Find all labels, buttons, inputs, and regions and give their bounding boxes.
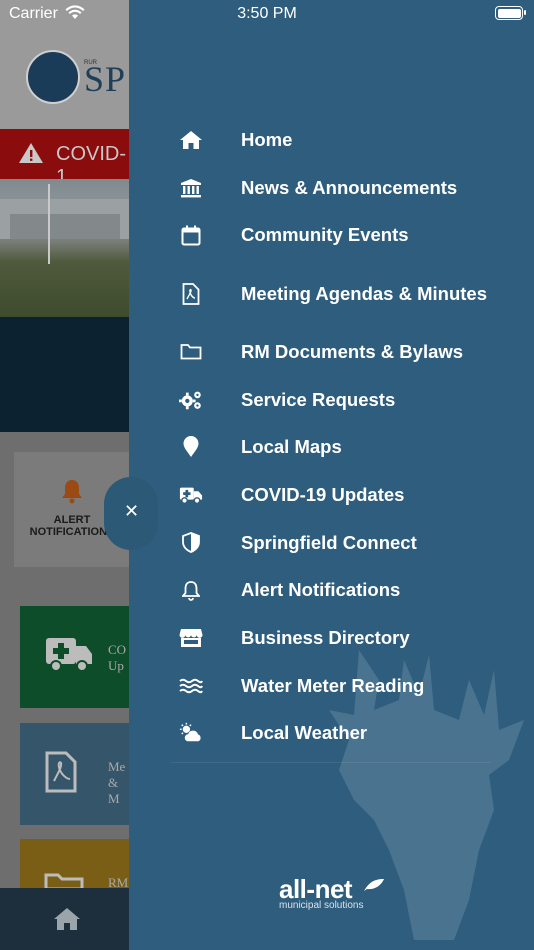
menu-item-label: Service Requests <box>241 388 396 410</box>
menu-item-covid-updates[interactable]: COVID-19 Updates <box>129 471 534 519</box>
menu-item-label: News & Announcements <box>241 176 458 198</box>
tab-bar <box>0 888 130 950</box>
close-icon: ✕ <box>124 501 140 521</box>
menu-item-news[interactable]: News & Announcements <box>129 164 534 212</box>
menu-item-label: Home <box>241 128 293 150</box>
menu-item-community-events[interactable]: Community Events <box>129 211 534 259</box>
alert-banner: COVID-1 <box>0 129 130 188</box>
menu-item-label: Water Meter Reading <box>241 674 425 696</box>
clock: 3:50 PM <box>237 5 297 22</box>
battery-icon <box>495 6 526 20</box>
documents-tile: RM <box>20 839 130 891</box>
brand-name: all-net <box>279 874 353 904</box>
logo-text: SP <box>84 59 127 99</box>
warning-icon <box>18 142 44 169</box>
menu-item-service-requests[interactable]: Service Requests <box>129 376 534 424</box>
weather-icon <box>179 721 203 745</box>
menu-item-alert-notifications[interactable]: Alert Notifications <box>129 567 534 615</box>
menu-item-meeting-agendas[interactable]: Meeting Agendas & Minutes <box>129 259 534 328</box>
moose-logo-icon <box>26 50 80 104</box>
home-icon <box>52 906 82 937</box>
pdf-file-icon <box>44 751 78 798</box>
menu-item-rm-documents[interactable]: RM Documents & Bylaws <box>129 328 534 376</box>
menu-item-springfield-connect[interactable]: Springfield Connect <box>129 519 534 567</box>
ambulance-icon <box>179 483 203 507</box>
calendar-icon <box>179 223 203 247</box>
menu-item-local-maps[interactable]: Local Maps <box>129 423 534 471</box>
menu-item-local-weather[interactable]: Local Weather <box>129 710 534 758</box>
tile-text: CO Up <box>108 642 127 673</box>
water-icon <box>179 674 203 698</box>
store-icon <box>179 626 203 650</box>
ambulance-icon <box>44 634 94 679</box>
side-menu: Home News & Announcements Community Even… <box>129 0 534 950</box>
menu-item-label: Community Events <box>241 224 409 246</box>
pdf-file-icon <box>179 282 203 306</box>
menu-item-label: COVID-19 Updates <box>241 483 405 505</box>
brand-tagline: municipal solutions <box>279 900 364 911</box>
shield-icon <box>179 531 203 555</box>
covid-tile: CO Up <box>20 606 130 708</box>
menu-item-home[interactable]: Home <box>129 116 534 164</box>
bank-icon <box>179 176 203 200</box>
menu-list: Home News & Announcements Community Even… <box>129 116 534 757</box>
menu-item-label: Meeting Agendas & Minutes <box>241 282 488 304</box>
leaf-icon <box>363 878 385 897</box>
menu-item-business-directory[interactable]: Business Directory <box>129 614 534 662</box>
brand-logo: all-net municipal solutions <box>279 874 384 911</box>
map-pin-icon <box>179 435 203 459</box>
menu-item-label: Local Weather <box>241 722 368 744</box>
close-menu-button[interactable]: ✕ <box>104 477 158 550</box>
home-icon <box>179 128 203 152</box>
gears-icon <box>179 388 203 412</box>
meeting-tile: Me & M <box>20 723 130 825</box>
menu-item-label: Alert Notifications <box>241 579 401 601</box>
tile-text: Me & M <box>108 759 126 806</box>
status-bar: Carrier 3:50 PM <box>0 0 534 28</box>
bell-icon <box>179 578 203 602</box>
menu-item-water-meter[interactable]: Water Meter Reading <box>129 662 534 710</box>
menu-divider <box>171 762 491 763</box>
menu-item-label: RM Documents & Bylaws <box>241 340 464 362</box>
folder-icon <box>179 340 203 364</box>
menu-item-label: Springfield Connect <box>241 531 417 553</box>
menu-item-label: Local Maps <box>241 436 342 458</box>
hero-photo <box>0 179 130 317</box>
bell-icon <box>60 478 84 511</box>
menu-item-label: Business Directory <box>241 627 410 649</box>
dark-band <box>0 317 130 432</box>
background-app: RUR SP COVID-1 ALERT NOTIFICATIONS CO Up … <box>0 0 130 950</box>
